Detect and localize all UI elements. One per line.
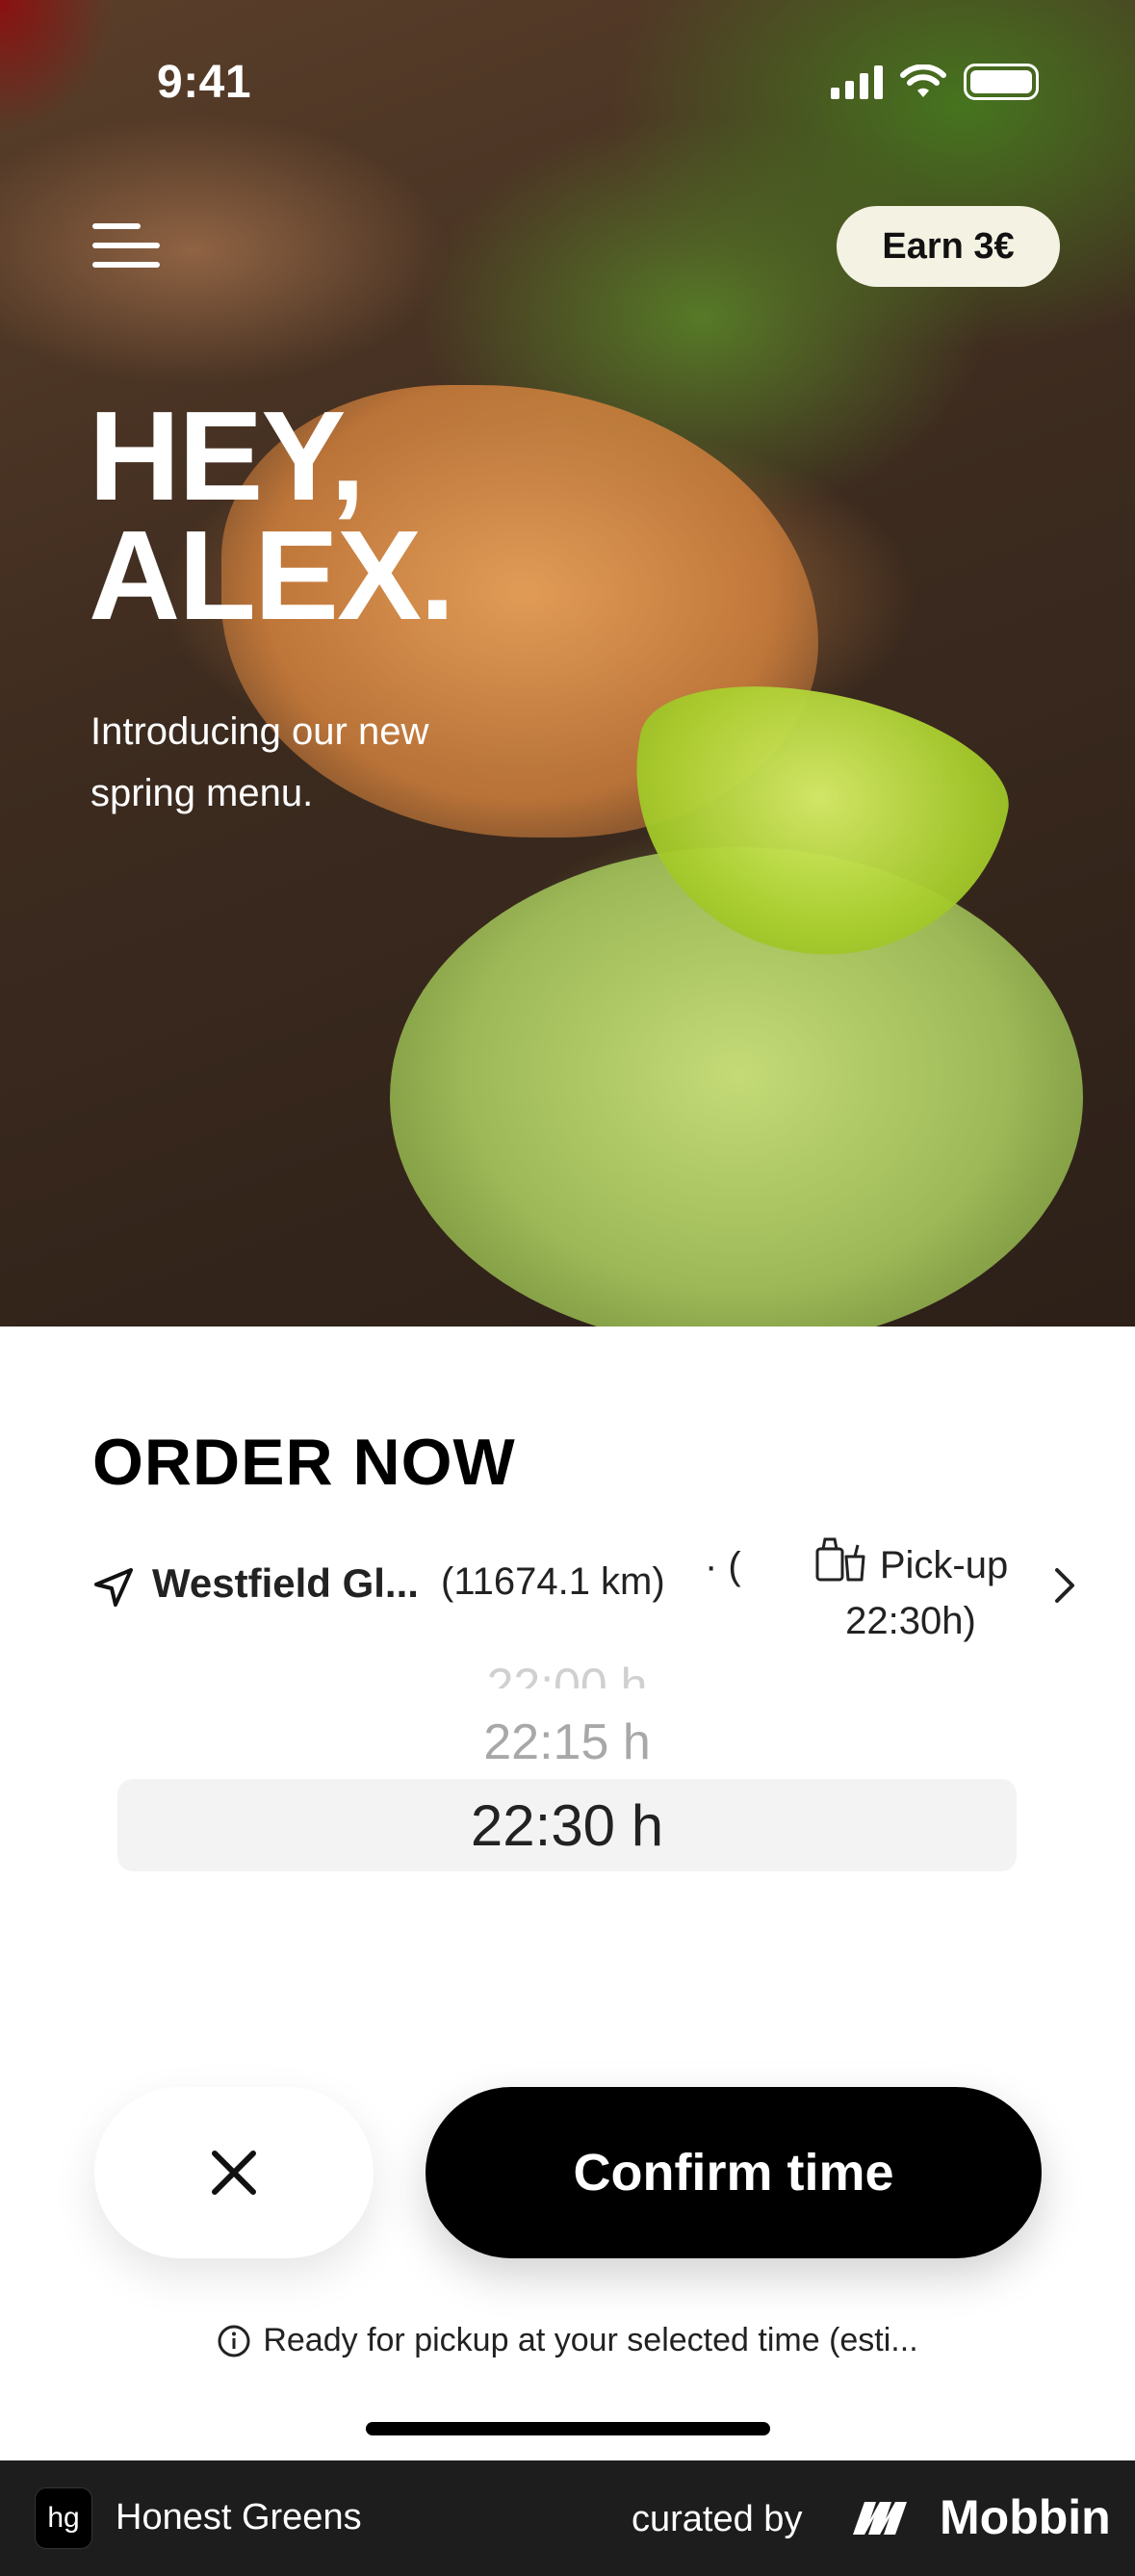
store-pickup-selector[interactable]: Westfield Gl... (11674.1 km) · ( Pick-up…: [92, 1535, 1074, 1642]
footer-bar: hg Honest Greens curated by Mobbin: [0, 2460, 1135, 2576]
time-option-selected[interactable]: 22:30 h: [117, 1779, 1017, 1871]
wifi-icon: [900, 64, 946, 97]
status-time: 9:41: [157, 57, 252, 108]
home-indicator: [366, 2422, 770, 2435]
status-icons: [831, 64, 1039, 100]
curated-by-label: curated by: [632, 2499, 803, 2539]
earn-referral-button[interactable]: Earn 3€: [837, 206, 1060, 287]
app-name: Honest Greens: [116, 2497, 362, 2537]
cellular-signal-icon: [831, 64, 883, 99]
greeting-line-1: HEY,: [89, 385, 365, 527]
status-bar: 9:41: [0, 0, 1135, 164]
greeting-heading: HEY, ALEX.: [89, 385, 455, 646]
navigation-arrow-icon: [94, 1568, 133, 1607]
takeaway-bag-icon: [815, 1537, 865, 1582]
time-picker[interactable]: 22:00 h 22:15 h 22:30 h: [117, 1658, 1017, 1879]
mobbin-brand: Mobbin: [851, 2489, 1111, 2545]
pickup-time: 22:30h): [845, 1600, 976, 1642]
mobbin-text: Mobbin: [940, 2490, 1111, 2544]
time-option[interactable]: 22:00 h: [117, 1658, 1017, 1688]
store-distance: (11674.1 km): [441, 1560, 665, 1603]
close-icon: [212, 2151, 256, 2195]
mobbin-logo-icon: [853, 2502, 907, 2535]
hero-banner: 9:41 Earn 3€ HEY, ALEX. Introducing our …: [0, 0, 1135, 1327]
chevron-right-icon: [1055, 1568, 1074, 1603]
battery-icon: [964, 64, 1039, 100]
order-now-title: ORDER NOW: [92, 1426, 516, 1499]
app-logo: hg: [35, 2487, 92, 2549]
close-button[interactable]: [94, 2087, 374, 2258]
hamburger-menu-icon[interactable]: [92, 219, 162, 273]
pickup-info: Pick-up 22:30h): [728, 1535, 1094, 1649]
hero-subtitle: Introducing our new spring menu.: [90, 710, 429, 814]
greeting-line-2: ALEX.: [89, 504, 455, 646]
store-name: Westfield Gl...: [152, 1560, 419, 1606]
info-circle-icon: [218, 2325, 250, 2357]
confirm-time-button[interactable]: Confirm time: [426, 2087, 1042, 2258]
pickup-info-note: Ready for pickup at your selected time (…: [0, 2322, 1135, 2359]
time-option[interactable]: 22:15 h: [117, 1713, 1017, 1771]
pickup-label: Pick-up: [879, 1544, 1009, 1586]
info-text: Ready for pickup at your selected time (…: [263, 2322, 918, 2358]
